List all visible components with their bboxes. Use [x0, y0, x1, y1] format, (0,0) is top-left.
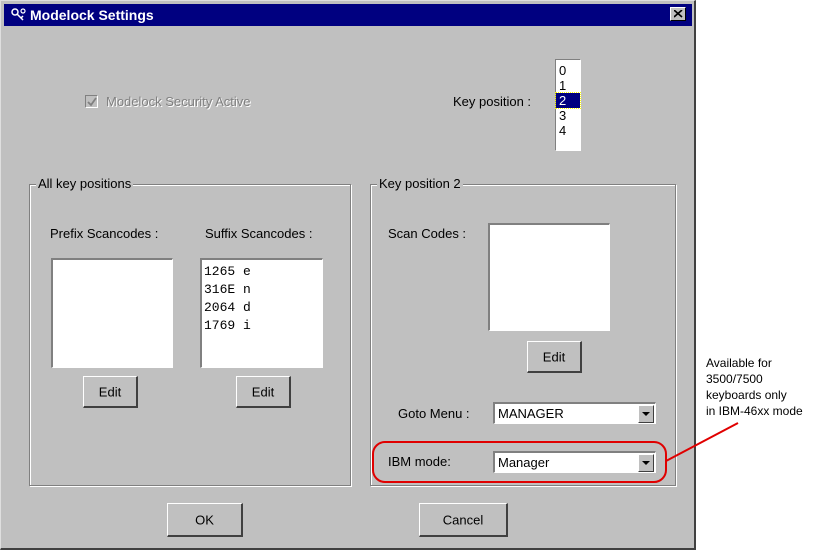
goto-menu-value: MANAGER: [498, 406, 564, 421]
button-label: Edit: [251, 384, 275, 399]
goto-menu-label: Goto Menu :: [398, 406, 470, 421]
scan-codes-edit-button[interactable]: Edit: [527, 341, 582, 373]
chevron-down-icon: [642, 461, 650, 465]
list-item[interactable]: 316E n: [204, 281, 322, 299]
dropdown-button[interactable]: [638, 405, 654, 423]
close-button[interactable]: [670, 7, 686, 21]
key-position-option[interactable]: 4: [556, 123, 580, 138]
annotation-line: Available for: [706, 356, 772, 370]
keys-icon: [10, 7, 28, 23]
cancel-button[interactable]: Cancel: [419, 503, 508, 537]
title-bar[interactable]: Modelock Settings: [4, 4, 692, 26]
modelock-settings-dialog: Modelock Settings Modelock Security Acti…: [0, 0, 696, 550]
ibm-mode-select[interactable]: Manager: [493, 451, 656, 473]
annotation-line: in IBM-46xx mode: [706, 404, 803, 418]
list-item[interactable]: 1769 i: [204, 317, 322, 335]
key-position-option[interactable]: 0: [556, 63, 580, 78]
dropdown-button[interactable]: [638, 454, 654, 472]
button-label: Edit: [542, 349, 566, 364]
suffix-scancodes-label: Suffix Scancodes :: [205, 226, 313, 241]
ibm-mode-value: Manager: [498, 455, 550, 470]
check-icon: [87, 97, 97, 107]
goto-menu-select[interactable]: MANAGER: [493, 402, 656, 424]
key-position-label: Key position :: [453, 94, 532, 109]
button-label: OK: [195, 512, 214, 527]
scan-codes-label: Scan Codes :: [388, 226, 467, 241]
button-label: Cancel: [442, 512, 484, 527]
security-active-label: Modelock Security Active: [106, 94, 251, 109]
suffix-scancodes-list[interactable]: 1265 e 316E n 2064 d 1769 i: [200, 258, 323, 368]
group-title: Key position 2: [377, 176, 463, 192]
chevron-down-icon: [642, 412, 650, 416]
prefix-edit-button[interactable]: Edit: [83, 376, 138, 408]
annotation-line: 3500/7500: [706, 372, 763, 386]
group-title: All key positions: [36, 176, 134, 192]
key-position-option[interactable]: 1: [556, 78, 580, 93]
list-item[interactable]: 1265 e: [204, 263, 322, 281]
close-icon: [674, 10, 683, 18]
prefix-scancodes-list[interactable]: [51, 258, 173, 368]
security-active-checkbox[interactable]: [85, 95, 98, 108]
suffix-edit-button[interactable]: Edit: [236, 376, 291, 408]
list-item[interactable]: 2064 d: [204, 299, 322, 317]
ibm-mode-label: IBM mode:: [388, 454, 451, 469]
window-title: Modelock Settings: [30, 7, 154, 23]
button-label: Edit: [98, 384, 122, 399]
key-position-list[interactable]: 0 1 2 3 4: [555, 59, 581, 151]
annotation-note: Available for 3500/7500 keyboards only i…: [706, 355, 824, 419]
scan-codes-list[interactable]: [488, 223, 610, 331]
annotation-line: keyboards only: [706, 388, 787, 402]
key-position-option-selected[interactable]: 2: [555, 92, 581, 109]
key-position-option[interactable]: 3: [556, 108, 580, 123]
ok-button[interactable]: OK: [167, 503, 243, 537]
prefix-scancodes-label: Prefix Scancodes :: [50, 226, 159, 241]
